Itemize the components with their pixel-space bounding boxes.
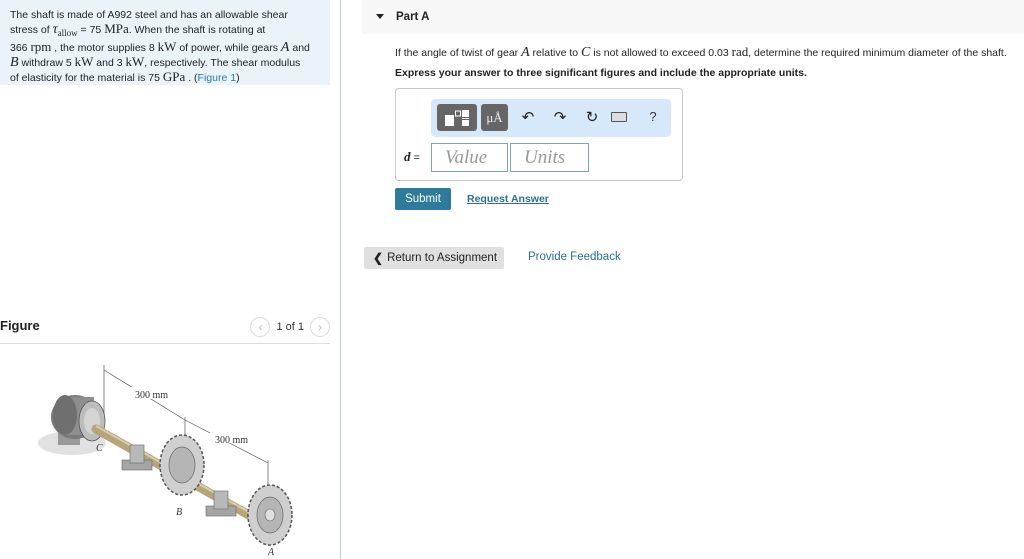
column-divider	[340, 0, 341, 559]
answer-box: μÅ ↶ ↷ ↻ ? d =	[395, 88, 683, 181]
units-button[interactable]: μÅ	[481, 104, 508, 131]
templates-button[interactable]	[437, 104, 477, 131]
problem-line-2: stress of τallow = 75 MPa. When the shaf…	[10, 21, 266, 39]
question-text: If the angle of twist of gear A relative…	[395, 44, 1007, 60]
label-b: B	[176, 507, 182, 518]
pager-text: 1 of 1	[276, 321, 304, 333]
submit-button[interactable]: Submit	[395, 188, 451, 210]
chevron-left-icon: ‹	[258, 320, 263, 334]
part-title: Part A	[396, 11, 430, 23]
problem-statement: The shaft is made of A992 steel and has …	[0, 0, 330, 85]
next-figure-button[interactable]: ›	[310, 317, 330, 337]
dim-label-2: 300 mm	[215, 435, 248, 446]
dim-label-1: 300 mm	[135, 390, 168, 401]
prev-figure-button[interactable]: ‹	[250, 317, 271, 337]
problem-line-3: 366 rpm , the motor supplies 8 kW of pow…	[10, 39, 310, 56]
problem-line-4: B withdraw 5 kW and 3 kW, respectively. …	[10, 54, 301, 71]
shaft-figure: 300 mm 300 mm C B A	[30, 355, 330, 559]
label-a: A	[267, 547, 275, 558]
value-input[interactable]	[431, 143, 508, 172]
motor	[51, 395, 106, 445]
provide-feedback-link[interactable]: Provide Feedback	[528, 251, 621, 263]
variable-label: d =	[404, 149, 420, 164]
instruction-text: Express your answer to three significant…	[395, 67, 807, 79]
figure-pager: ‹ 1 of 1 ›	[250, 317, 330, 337]
problem-line-5: of elasticity for the material is 75 GPa…	[10, 69, 240, 85]
figure-title: Figure	[0, 318, 40, 333]
figure-header: Figure ‹ 1 of 1 ›	[0, 314, 330, 344]
part-a-header[interactable]: Part A	[362, 0, 1024, 34]
return-to-assignment-button[interactable]: ❮ Return to Assignment	[364, 247, 504, 269]
keyboard-icon[interactable]	[611, 112, 627, 122]
caret-down-icon	[376, 14, 384, 19]
gear-b	[159, 434, 205, 496]
units-input[interactable]	[510, 143, 589, 172]
label-c: C	[96, 443, 103, 454]
redo-icon[interactable]: ↷	[551, 108, 569, 126]
figure-link[interactable]: Figure 1	[198, 72, 237, 84]
help-icon[interactable]: ?	[644, 109, 662, 124]
shaft-diagram: 300 mm 300 mm C B A	[38, 365, 293, 558]
math-toolbar: μÅ ↶ ↷ ↻ ?	[431, 99, 671, 137]
reset-icon[interactable]: ↻	[583, 108, 601, 126]
chevron-left-icon: ❮	[373, 251, 384, 265]
gear-a	[247, 484, 293, 546]
request-answer-link[interactable]: Request Answer	[467, 193, 549, 205]
chevron-right-icon: ›	[318, 320, 322, 334]
left-panel: The shaft is made of A992 steel and has …	[0, 0, 340, 559]
undo-icon[interactable]: ↶	[519, 108, 537, 126]
templates-icon	[445, 109, 469, 126]
problem-line-1: The shaft is made of A992 steel and has …	[10, 9, 288, 21]
